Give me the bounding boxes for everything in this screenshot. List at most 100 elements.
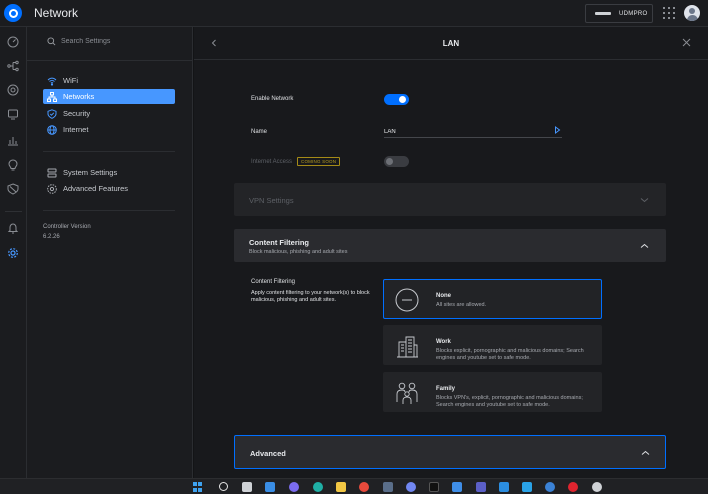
settings-sidebar: WiFi Networks Security Internet Syste bbox=[27, 27, 193, 478]
widgets-icon[interactable] bbox=[265, 482, 275, 492]
option-title: None bbox=[436, 293, 451, 299]
chrome-icon[interactable] bbox=[359, 482, 369, 492]
option-title: Work bbox=[436, 339, 451, 345]
sidebar-item-internet[interactable]: Internet bbox=[43, 122, 175, 137]
controller-version-value: 6.2.26 bbox=[43, 234, 60, 240]
sidebar-item-label: System Settings bbox=[63, 168, 118, 177]
app-window: Network UDMPRO Search Settings WiFi Netw… bbox=[0, 0, 708, 494]
sidebar-item-system-settings[interactable]: System Settings bbox=[43, 165, 175, 180]
sidebar-item-security[interactable]: Security bbox=[43, 106, 175, 121]
sidebar-item-label: Security bbox=[63, 109, 91, 118]
chevron-up-icon bbox=[641, 450, 650, 456]
option-description: All sites are allowed. bbox=[436, 302, 487, 308]
insights-icon[interactable] bbox=[7, 159, 19, 171]
rail-divider bbox=[5, 211, 22, 212]
alerts-icon[interactable] bbox=[7, 222, 19, 234]
app-icon-3[interactable] bbox=[592, 482, 602, 492]
file-explorer-icon[interactable] bbox=[336, 482, 346, 492]
discord-icon[interactable] bbox=[406, 482, 416, 492]
advanced-section[interactable]: Advanced bbox=[234, 435, 666, 469]
sidebar-item-networks[interactable]: Networks bbox=[43, 89, 175, 104]
controller-version-label: Controller Version bbox=[43, 224, 91, 230]
sidebar-item-label: Networks bbox=[63, 92, 95, 101]
network-icon bbox=[47, 91, 57, 102]
coming-soon-badge: COMING SOON bbox=[297, 157, 341, 166]
opera-icon[interactable] bbox=[568, 482, 578, 492]
enable-network-toggle[interactable] bbox=[384, 94, 409, 105]
photos-icon[interactable] bbox=[522, 482, 532, 492]
topology-icon[interactable] bbox=[7, 60, 19, 72]
section-title: VPN Settings bbox=[249, 196, 294, 205]
clients-icon[interactable] bbox=[7, 108, 19, 120]
sidebar-item-label: Advanced Features bbox=[63, 184, 129, 193]
terminal-icon[interactable] bbox=[429, 482, 439, 492]
section-title: Content Filtering bbox=[249, 238, 309, 247]
device-icon bbox=[595, 12, 611, 15]
internet-access-label: Internet Access bbox=[251, 159, 293, 165]
close-button[interactable] bbox=[682, 38, 691, 47]
panel-title: LAN bbox=[442, 39, 460, 48]
task-view-icon[interactable] bbox=[242, 482, 252, 492]
office-building-icon bbox=[394, 333, 420, 359]
top-bar: Network UDMPRO bbox=[0, 0, 708, 27]
sidebar-item-wifi[interactable]: WiFi bbox=[43, 73, 175, 88]
app-icon-2[interactable] bbox=[545, 482, 555, 492]
filter-option-work[interactable]: Work Blocks explicit, pornographic and m… bbox=[383, 325, 602, 365]
statistics-icon[interactable] bbox=[7, 134, 19, 146]
device-name: UDMPRO bbox=[619, 10, 648, 17]
search-input[interactable] bbox=[61, 38, 171, 45]
teams-icon[interactable] bbox=[476, 482, 486, 492]
filter-option-none[interactable]: None All sites are allowed. bbox=[383, 279, 602, 319]
search-icon[interactable] bbox=[219, 482, 228, 491]
option-title: Family bbox=[436, 386, 456, 392]
sidebar-item-label: WiFi bbox=[63, 76, 78, 85]
system-icon bbox=[47, 168, 57, 178]
close-icon bbox=[682, 38, 691, 47]
enable-network-label: Enable Network bbox=[251, 96, 294, 102]
family-icon bbox=[394, 380, 420, 406]
edit-icon bbox=[554, 126, 561, 134]
section-subtitle: Block malicious, phishing and adult site… bbox=[249, 249, 348, 255]
option-description: Blocks explicit, pornographic and malici… bbox=[436, 348, 584, 361]
traffic-icon[interactable] bbox=[7, 183, 19, 195]
sidebar-divider bbox=[43, 210, 175, 211]
store-icon[interactable] bbox=[383, 482, 393, 492]
windows-start-icon[interactable] bbox=[193, 482, 203, 492]
search-icon bbox=[47, 37, 56, 46]
devices-icon[interactable] bbox=[7, 84, 19, 96]
content-filtering-section[interactable]: Content Filtering Block malicious, phish… bbox=[234, 229, 666, 262]
avatar[interactable] bbox=[684, 5, 700, 21]
sidebar-item-label: Internet bbox=[63, 125, 89, 134]
network-detail-panel: LAN Enable Network Name Internet Access … bbox=[194, 27, 708, 478]
name-label: Name bbox=[251, 129, 268, 135]
vscode-icon[interactable] bbox=[452, 482, 462, 492]
app-grid-icon[interactable] bbox=[663, 7, 675, 19]
settings-icon[interactable] bbox=[7, 247, 19, 259]
gears-icon bbox=[47, 183, 57, 194]
section-title: Advanced bbox=[250, 449, 286, 458]
edge-icon[interactable] bbox=[313, 482, 323, 492]
sidebar-divider bbox=[27, 60, 193, 61]
nav-rail bbox=[0, 27, 27, 478]
ubiquiti-logo-icon[interactable] bbox=[4, 4, 22, 22]
settings-search bbox=[47, 37, 171, 46]
chevron-down-icon bbox=[640, 197, 649, 203]
filter-option-family[interactable]: Family Blocks VPN's, explicit, pornograp… bbox=[383, 372, 602, 412]
shield-icon bbox=[47, 108, 57, 119]
globe-icon bbox=[47, 124, 57, 135]
dashboard-icon[interactable] bbox=[7, 36, 19, 48]
internet-access-toggle bbox=[384, 156, 409, 167]
sidebar-item-advanced-features[interactable]: Advanced Features bbox=[43, 181, 175, 196]
content-filtering-description: Apply content filtering to your network(… bbox=[251, 290, 370, 303]
content-filtering-label: Content Filtering bbox=[251, 279, 296, 285]
os-taskbar bbox=[0, 478, 708, 494]
device-selector[interactable]: UDMPRO bbox=[585, 4, 653, 23]
vpn-settings-section[interactable]: VPN Settings bbox=[234, 183, 666, 216]
option-description: Blocks VPN's, explicit, pornographic and… bbox=[436, 395, 583, 408]
sidebar-divider bbox=[43, 151, 175, 152]
teams-chat-icon[interactable] bbox=[289, 482, 299, 492]
name-field[interactable] bbox=[384, 126, 562, 138]
app-title: Network bbox=[34, 6, 79, 20]
none-icon bbox=[394, 287, 420, 313]
app-icon[interactable] bbox=[499, 482, 509, 492]
